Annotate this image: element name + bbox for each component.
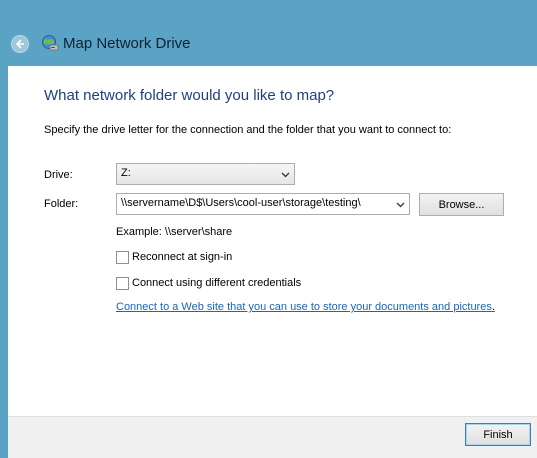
instruction-text: Specify the drive letter for the connect… xyxy=(44,124,452,136)
web-storage-link-text[interactable]: Connect to a Web site that you can use t… xyxy=(116,301,492,313)
credentials-label[interactable]: Connect using different credentials xyxy=(132,277,301,290)
credentials-checkbox[interactable] xyxy=(116,277,129,290)
example-text: Example: \\server\share xyxy=(116,226,233,238)
chevron-down-icon[interactable] xyxy=(396,200,405,209)
title-bar: Map Network Drive xyxy=(0,0,537,66)
folder-label: Folder: xyxy=(44,198,79,210)
back-button[interactable] xyxy=(11,35,29,53)
drive-label: Drive: xyxy=(44,169,73,181)
reconnect-checkbox[interactable] xyxy=(116,251,129,264)
dialog-footer: Finish xyxy=(8,416,537,458)
window-title: Map Network Drive xyxy=(63,35,191,52)
browse-button[interactable]: Browse... xyxy=(419,193,504,216)
finish-button[interactable]: Finish xyxy=(465,423,531,446)
network-drive-icon xyxy=(42,35,59,51)
dialog-content: What network folder would you like to ma… xyxy=(8,66,537,416)
drive-select[interactable]: Z: xyxy=(116,163,295,185)
reconnect-label[interactable]: Reconnect at sign-in xyxy=(132,251,232,264)
folder-combobox-value: \\servername\D$\Users\cool-user\storage\… xyxy=(121,197,361,209)
chevron-down-icon xyxy=(281,172,290,178)
folder-combobox[interactable]: \\servername\D$\Users\cool-user\storage\… xyxy=(116,193,410,215)
web-storage-link[interactable]: Connect to a Web site that you can use t… xyxy=(116,301,495,313)
page-heading: What network folder would you like to ma… xyxy=(44,87,335,104)
drive-select-value: Z: xyxy=(121,167,131,179)
back-arrow-icon xyxy=(15,39,24,49)
